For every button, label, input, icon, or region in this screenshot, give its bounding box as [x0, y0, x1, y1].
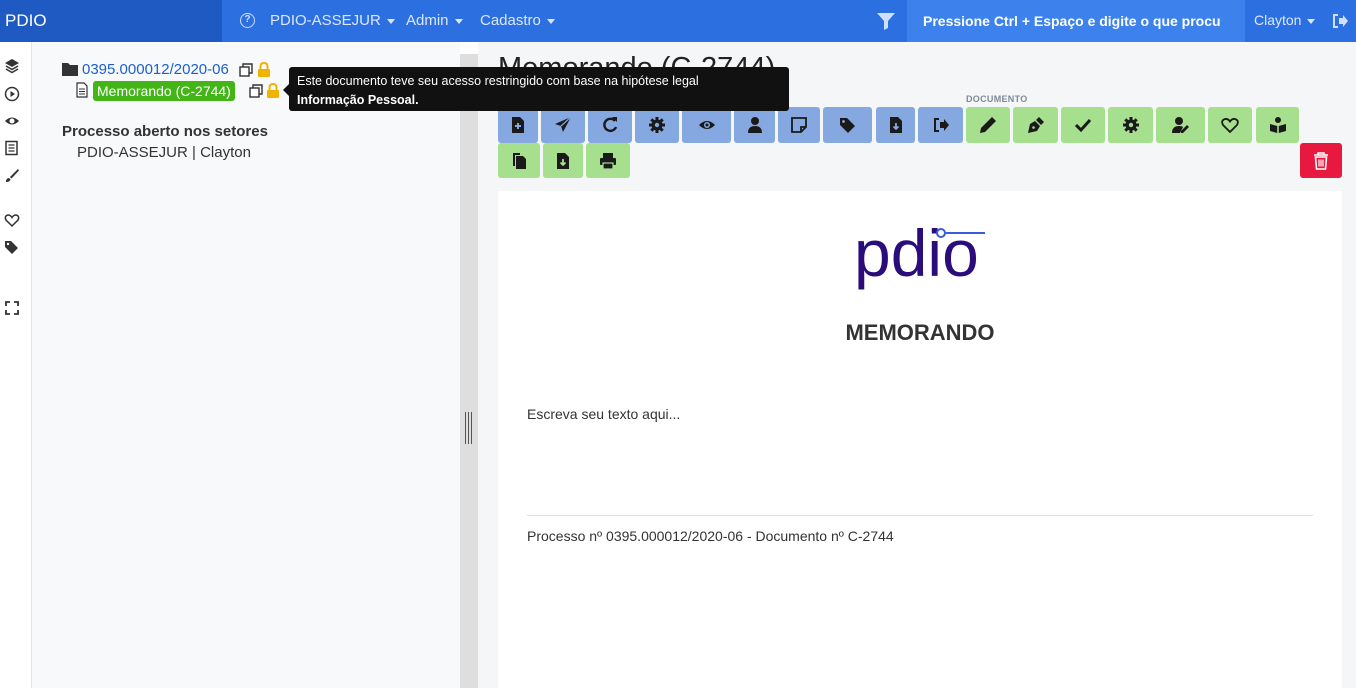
tooltip-text: Este documento teve seu acesso restringi… — [297, 74, 699, 88]
user-button[interactable] — [734, 107, 775, 143]
confirm-button[interactable] — [1061, 107, 1105, 143]
divider — [527, 515, 1313, 516]
copy-icon[interactable] — [239, 63, 253, 77]
new-document-icon — [512, 117, 524, 133]
view-button[interactable] — [682, 107, 731, 143]
process-settings-button[interactable] — [635, 107, 679, 143]
user-edit-icon — [1171, 117, 1189, 133]
splitter-grip-icon[interactable] — [465, 412, 472, 444]
pen-nib-icon — [1027, 117, 1044, 133]
tooltip-hypothesis: Informação Pessoal. — [297, 93, 419, 107]
panel-splitter[interactable] — [460, 54, 478, 688]
redo-button[interactable] — [588, 107, 632, 143]
document-body[interactable]: Escreva seu texto aqui... — [527, 406, 680, 422]
document-settings-button[interactable] — [1108, 107, 1153, 143]
logout-icon[interactable] — [1331, 12, 1349, 30]
favorite-button[interactable] — [1208, 107, 1252, 143]
brand-logo[interactable]: PDIO — [0, 0, 222, 42]
left-icon-rail — [0, 42, 32, 688]
help-icon[interactable]: ? — [240, 13, 255, 28]
caret-down-icon — [546, 18, 555, 24]
pencil-icon — [980, 117, 996, 133]
copy-document-button[interactable] — [498, 143, 540, 178]
read-button[interactable] — [1256, 107, 1299, 143]
file-download-icon — [557, 152, 569, 169]
tags-icon — [839, 118, 855, 133]
check-icon — [1074, 118, 1092, 133]
sign-out-button[interactable] — [918, 107, 963, 143]
pdio-logo: pdio — [854, 218, 985, 290]
layers-icon[interactable] — [4, 58, 20, 74]
print-icon — [600, 152, 616, 170]
caret-down-icon — [386, 18, 395, 24]
eye-icon — [698, 121, 715, 129]
user-name: Clayton — [1254, 12, 1302, 28]
copy-icon[interactable] — [249, 84, 263, 98]
lock-icon — [258, 62, 270, 77]
send-icon — [555, 116, 572, 132]
download-icon — [889, 117, 902, 133]
brush-icon[interactable] — [4, 168, 20, 184]
sectors-title: Processo aberto nos setores — [62, 123, 268, 140]
new-document-button[interactable] — [498, 107, 538, 143]
menu-admin[interactable]: Admin — [406, 0, 463, 42]
document-icon — [76, 82, 88, 98]
delete-button[interactable] — [1300, 143, 1342, 178]
sector-item: PDIO-ASSEJUR | Clayton — [77, 144, 251, 161]
document-group-label: DOCUMENTO — [966, 94, 1028, 104]
play-circle-icon[interactable] — [4, 86, 20, 102]
tags-icon[interactable] — [4, 239, 20, 255]
download-button[interactable] — [876, 107, 915, 143]
process-number-link[interactable]: 0395.000012/2020-06 — [82, 61, 229, 78]
search-input[interactable]: Pressione Ctrl + Espaço e digite o que p… — [907, 0, 1245, 42]
settings-icon — [1122, 117, 1139, 133]
access-restriction-tooltip: Este documento teve seu acesso restringi… — [289, 67, 789, 111]
note-icon — [791, 117, 807, 133]
file-download-button[interactable] — [543, 143, 583, 178]
document-badge[interactable]: Memorando (C-2744) — [93, 81, 235, 101]
document-footer: Processo nº 0395.000012/2020-06 - Docume… — [527, 528, 894, 544]
send-button[interactable] — [541, 107, 585, 143]
heart-icon — [1221, 118, 1239, 134]
menu-label: Admin — [406, 12, 449, 29]
menu-label: Cadastro — [480, 12, 541, 29]
print-button[interactable] — [586, 143, 630, 178]
user-icon — [747, 117, 762, 133]
menu-label: PDIO-ASSEJUR — [270, 12, 381, 29]
redo-icon — [603, 117, 618, 133]
tags-button[interactable] — [823, 107, 872, 143]
expand-icon[interactable] — [4, 300, 20, 316]
book-reader-icon — [1269, 117, 1286, 133]
sign-out-icon — [933, 118, 949, 132]
user-edit-button[interactable] — [1156, 107, 1205, 143]
folder-icon — [62, 63, 78, 76]
menu-cadastro[interactable]: Cadastro — [480, 0, 555, 42]
caret-down-icon — [1307, 18, 1316, 24]
settings-icon — [649, 117, 665, 133]
heart-icon[interactable] — [4, 212, 20, 228]
user-menu[interactable]: Clayton — [1254, 0, 1316, 42]
trash-icon — [1314, 151, 1328, 170]
caret-down-icon — [454, 18, 463, 24]
lock-icon — [267, 83, 279, 98]
logo-text: pdio — [854, 218, 979, 290]
filter-icon[interactable] — [876, 11, 896, 31]
list-alt-icon[interactable] — [4, 140, 20, 156]
copy-icon — [513, 152, 526, 169]
edit-button[interactable] — [966, 107, 1010, 143]
note-button[interactable] — [778, 107, 820, 143]
eye-icon[interactable] — [4, 113, 20, 129]
memo-heading: MEMORANDO — [845, 320, 995, 345]
menu-pdio-assejur[interactable]: PDIO-ASSEJUR — [270, 0, 395, 42]
sign-button[interactable] — [1013, 107, 1058, 143]
